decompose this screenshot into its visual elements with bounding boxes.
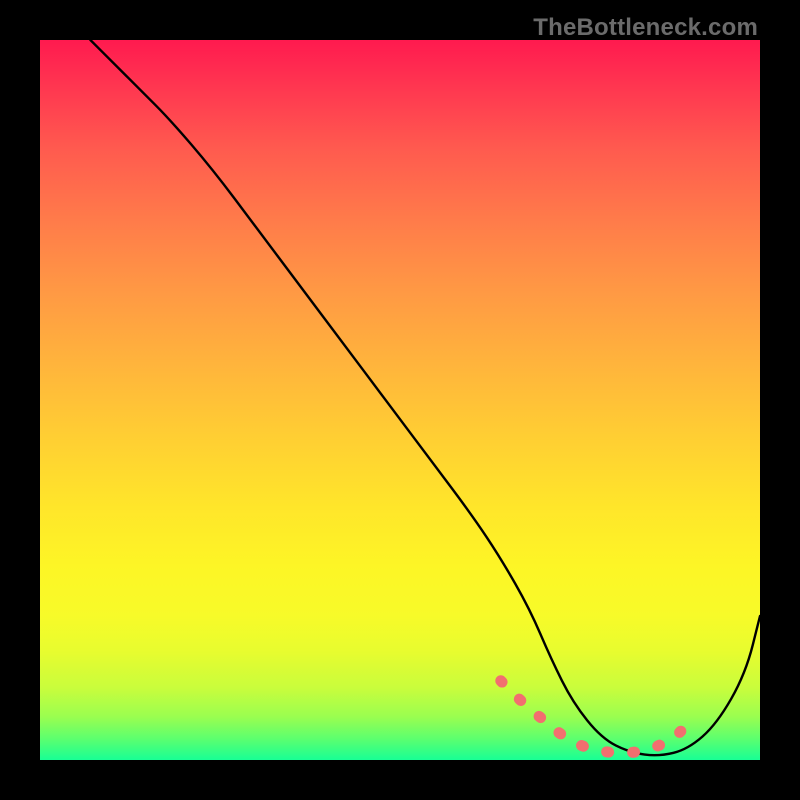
bottleneck-curve-svg [40, 40, 760, 760]
bottleneck-curve-line [90, 40, 760, 755]
highlight-segment [501, 681, 681, 753]
chart-container: TheBottleneck.com [0, 0, 800, 800]
watermark-text: TheBottleneck.com [533, 14, 758, 42]
plot-area [40, 40, 760, 760]
